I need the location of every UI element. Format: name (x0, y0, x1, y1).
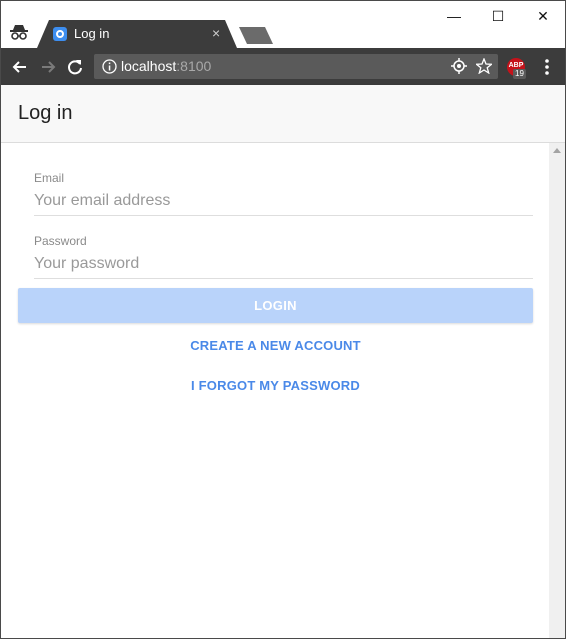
tab-log-in[interactable]: Log in × (37, 20, 237, 48)
bookmark-star-icon[interactable] (474, 57, 494, 79)
tab-favicon-icon (53, 27, 67, 41)
tab-close-icon[interactable]: × (212, 24, 220, 42)
browser-menu-icon[interactable] (544, 58, 550, 81)
browser-toolbar: localhost:8100 ABP 19 (1, 48, 565, 85)
scroll-up-arrow-icon[interactable] (553, 148, 561, 153)
page-title: Log in (18, 102, 73, 124)
new-tab-button[interactable] (239, 27, 273, 49)
address-bar[interactable]: localhost:8100 (94, 54, 498, 79)
forward-icon[interactable] (37, 56, 59, 78)
minimize-button[interactable]: — (439, 5, 469, 27)
create-account-button[interactable]: CREATE A NEW ACCOUNT (18, 338, 533, 353)
reload-icon[interactable] (64, 56, 86, 78)
browser-window: Log in × — ☐ ✕ localhost:8100 ABP 19 Log… (0, 0, 566, 639)
email-label: Email (34, 171, 65, 185)
password-input[interactable] (34, 249, 533, 279)
extension-label: ABP (508, 62, 524, 69)
location-icon[interactable] (451, 58, 467, 79)
back-icon[interactable] (9, 56, 31, 78)
extension-count-badge: 19 (513, 69, 526, 79)
url-host: localhost (121, 58, 177, 74)
maximize-button[interactable]: ☐ (483, 5, 513, 27)
forgot-password-button[interactable]: I FORGOT MY PASSWORD (18, 378, 533, 393)
login-form: Email Password LOGIN CREATE A NEW ACCOUN… (1, 143, 549, 638)
tab-title: Log in (74, 26, 110, 41)
title-bar: Log in × — ☐ ✕ (1, 1, 565, 48)
url-text[interactable]: localhost:8100 (121, 58, 211, 74)
email-field-group: Email (34, 171, 533, 221)
vertical-scrollbar[interactable] (549, 143, 565, 638)
info-icon[interactable] (102, 59, 117, 79)
password-label: Password (34, 234, 87, 248)
window-close-button[interactable]: ✕ (528, 5, 558, 27)
url-port: :8100 (176, 58, 212, 74)
email-input[interactable] (34, 186, 533, 216)
login-button[interactable]: LOGIN (18, 288, 533, 323)
incognito-icon (9, 23, 29, 41)
password-field-group: Password (34, 234, 533, 284)
app-header: Log in (1, 85, 565, 143)
